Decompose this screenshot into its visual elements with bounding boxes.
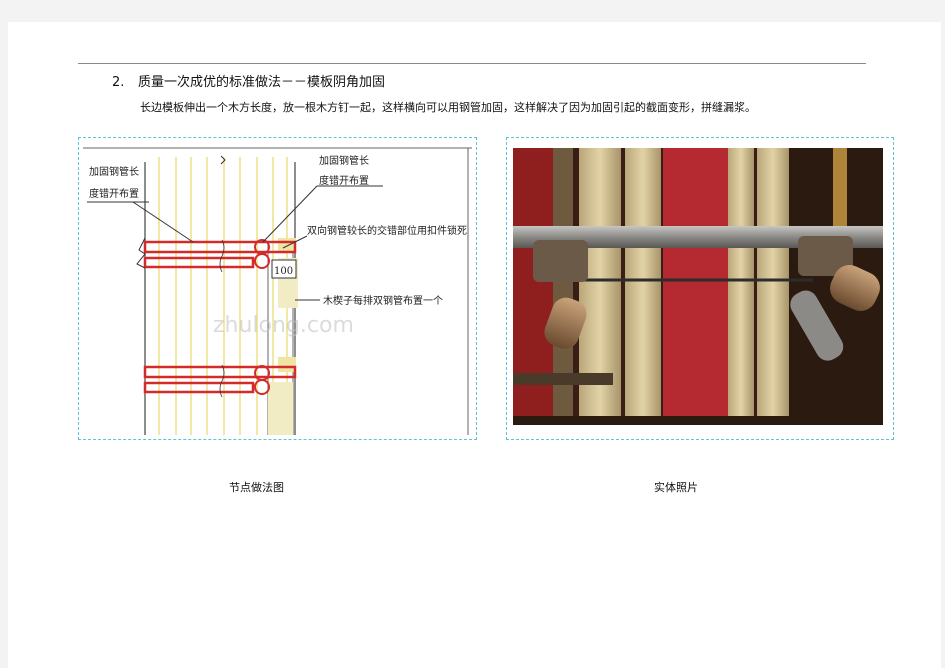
label-wood-wedge: 木楔子每排双钢管布置一个 xyxy=(323,294,443,307)
clamp-left xyxy=(533,240,588,282)
wood-batten-4 xyxy=(728,148,754,425)
bottom-plank xyxy=(513,373,613,385)
section-heading: 2. 质量一次成优的标准做法－－模板阴角加固 xyxy=(112,71,385,90)
node-detail-diagram: 100 加固钢管长 度错开布置 加固钢管长 度错开布置 双向钢管较长的交错部位用… xyxy=(83,147,472,435)
label-right-line2: 度错开布置 xyxy=(319,174,369,187)
bottom-shadow xyxy=(513,416,883,425)
label-clamp: 双向钢管较长的交错部位用扣件锁死 xyxy=(307,224,467,237)
section-number: 2. xyxy=(112,75,125,90)
node-diagram-frame: 100 加固钢管长 度错开布置 加固钢管长 度错开布置 双向钢管较长的交错部位用… xyxy=(78,137,477,440)
label-left-line2: 度错开布置 xyxy=(89,187,139,200)
red-formwork-center xyxy=(663,148,728,425)
wood-block-lower xyxy=(278,357,296,372)
wood-batten-5 xyxy=(757,148,789,425)
section-title: 质量一次成优的标准做法－－模板阴角加固 xyxy=(138,75,386,90)
site-photo xyxy=(513,148,883,425)
header-rule xyxy=(78,63,866,64)
dimension-label: 100 xyxy=(274,266,293,277)
wood-block-bottom xyxy=(268,382,293,435)
site-photo-frame xyxy=(506,137,894,440)
caption-site-photo: 实体照片 xyxy=(654,481,698,494)
wood-batten-3 xyxy=(625,148,661,425)
section-description: 长边模板伸出一个木方长度，放一根木方钉一起，这样横向可以用钢管加固，这样解决了因… xyxy=(140,101,756,114)
watermark: zhulong.com xyxy=(213,313,354,338)
label-right-line1: 加固钢管长 xyxy=(319,154,369,167)
label-left-line1: 加固钢管长 xyxy=(89,165,139,178)
caption-node-diagram: 节点做法图 xyxy=(229,481,284,494)
